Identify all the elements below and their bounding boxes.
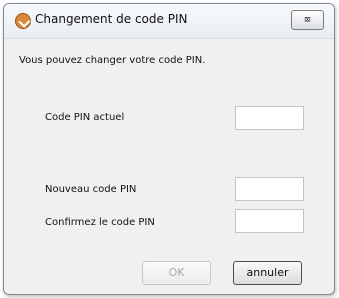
dialog-title: Changement de code PIN [35,12,188,26]
pin-app-icon [15,13,31,29]
new-pin-label: Nouveau code PIN [45,184,137,195]
ok-button[interactable]: OK [142,261,211,285]
current-pin-label: Code PIN actuel [45,112,125,123]
close-button[interactable]: ⌧ [291,10,324,30]
current-pin-field[interactable] [235,106,304,130]
pin-change-dialog: Changement de code PIN ⌧ Vous pouvez cha… [3,3,335,295]
confirm-pin-label: Confirmez le code PIN [45,217,155,228]
cancel-button[interactable]: annuler [233,261,302,285]
dialog-titlebar: Changement de code PIN ⌧ [4,4,334,39]
confirm-pin-field[interactable] [235,209,304,233]
new-pin-field[interactable] [235,177,304,201]
instruction-text: Vous pouvez changer votre code PIN. [19,55,206,66]
